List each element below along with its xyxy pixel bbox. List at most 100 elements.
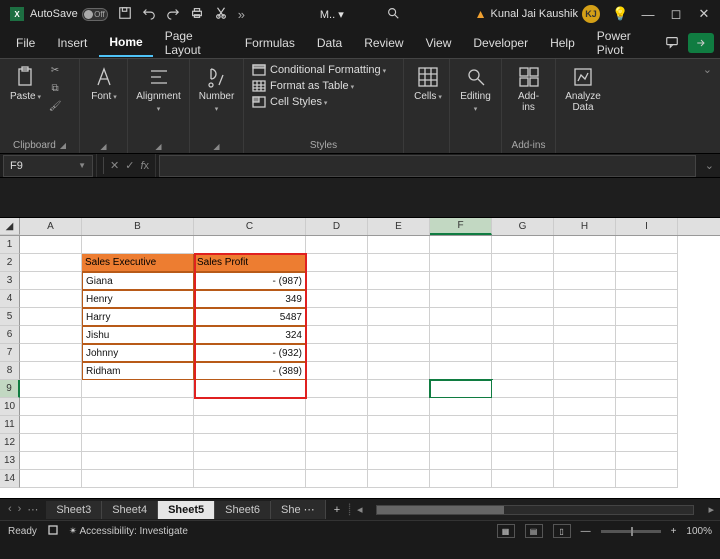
cell[interactable] <box>82 470 194 488</box>
cell[interactable] <box>368 470 430 488</box>
new-sheet-button[interactable]: + <box>326 504 348 516</box>
cell[interactable] <box>616 290 678 308</box>
cell[interactable] <box>194 236 306 254</box>
ribbon-collapse-icon[interactable]: ⌄ <box>695 59 720 153</box>
redo-icon[interactable] <box>166 6 180 23</box>
share-button[interactable] <box>688 33 714 53</box>
cell[interactable] <box>194 416 306 434</box>
cell[interactable] <box>82 452 194 470</box>
format-painter-icon[interactable]: 🖌 <box>49 99 61 113</box>
chevron-down-icon[interactable]: ▼ <box>78 161 86 170</box>
cell[interactable] <box>20 308 82 326</box>
cell[interactable] <box>492 416 554 434</box>
cell[interactable] <box>306 326 368 344</box>
cell[interactable] <box>368 362 430 380</box>
cell[interactable] <box>368 398 430 416</box>
qat-more-icon[interactable]: » <box>238 7 245 22</box>
cell[interactable] <box>82 380 194 398</box>
hscroll-left-icon[interactable]: ◂ <box>351 503 369 516</box>
cell[interactable] <box>368 380 430 398</box>
col-header-e[interactable]: E <box>368 218 430 235</box>
cell[interactable] <box>306 452 368 470</box>
row-header[interactable]: 6 <box>0 326 20 344</box>
cell[interactable] <box>492 290 554 308</box>
cell[interactable] <box>492 344 554 362</box>
cell[interactable] <box>430 272 492 290</box>
cell[interactable] <box>306 308 368 326</box>
alignment-button[interactable]: Alignment <box>134 63 183 117</box>
cell[interactable] <box>492 308 554 326</box>
save-icon[interactable] <box>118 6 132 23</box>
row-header[interactable]: 5 <box>0 308 20 326</box>
cell[interactable] <box>616 470 678 488</box>
cell[interactable] <box>368 326 430 344</box>
cell[interactable]: Jishu <box>82 326 194 344</box>
cell[interactable] <box>430 290 492 308</box>
cell[interactable] <box>306 254 368 272</box>
analyze-data-button[interactable]: Analyze Data <box>562 63 604 115</box>
cell[interactable]: 324 <box>194 326 306 344</box>
view-page-break-icon[interactable]: ▯ <box>553 524 571 538</box>
row-header[interactable]: 7 <box>0 344 20 362</box>
cell[interactable] <box>306 290 368 308</box>
row-header[interactable]: 14 <box>0 470 20 488</box>
sheet-tab-sheet5[interactable]: Sheet5 <box>158 501 215 519</box>
cell[interactable] <box>306 470 368 488</box>
cell[interactable] <box>194 380 306 398</box>
cell[interactable]: 5487 <box>194 308 306 326</box>
sheet-nav-more-icon[interactable]: ⋯ <box>27 503 38 516</box>
maximize-button[interactable]: ◻ <box>668 6 684 22</box>
tab-home[interactable]: Home <box>99 29 152 57</box>
cell[interactable] <box>554 272 616 290</box>
cell[interactable] <box>430 434 492 452</box>
col-header-d[interactable]: D <box>306 218 368 235</box>
cell[interactable] <box>616 452 678 470</box>
row-header[interactable]: 2 <box>0 254 20 272</box>
cell[interactable] <box>492 452 554 470</box>
number-launcher-icon[interactable]: ◢ <box>213 142 219 151</box>
cell[interactable] <box>430 452 492 470</box>
cell[interactable] <box>554 416 616 434</box>
row-header[interactable]: 9 <box>0 380 20 398</box>
cell[interactable] <box>492 362 554 380</box>
col-header-h[interactable]: H <box>554 218 616 235</box>
row-header[interactable]: 12 <box>0 434 20 452</box>
col-header-i[interactable]: I <box>616 218 678 235</box>
cell[interactable] <box>554 290 616 308</box>
tab-page-layout[interactable]: Page Layout <box>155 23 233 63</box>
tab-view[interactable]: View <box>416 30 462 56</box>
cell[interactable] <box>306 380 368 398</box>
row-header[interactable]: 13 <box>0 452 20 470</box>
cell[interactable] <box>616 308 678 326</box>
hscroll-right-icon[interactable]: ▸ <box>702 503 720 516</box>
undo-icon[interactable] <box>142 6 156 23</box>
cell[interactable] <box>82 416 194 434</box>
col-header-f[interactable]: F <box>430 218 492 235</box>
cell[interactable] <box>554 362 616 380</box>
cell[interactable] <box>492 272 554 290</box>
cell[interactable] <box>306 236 368 254</box>
cell[interactable] <box>554 434 616 452</box>
addins-button[interactable]: Add-ins <box>508 63 549 115</box>
cell[interactable] <box>368 290 430 308</box>
cell[interactable] <box>430 236 492 254</box>
cell[interactable] <box>306 344 368 362</box>
zoom-out-button[interactable]: — <box>581 526 591 537</box>
cell[interactable] <box>554 470 616 488</box>
cell[interactable] <box>554 452 616 470</box>
cell[interactable] <box>554 344 616 362</box>
cell[interactable] <box>616 236 678 254</box>
cell[interactable] <box>616 380 678 398</box>
sheet-nav-prev-icon[interactable]: ‹ <box>8 503 12 516</box>
sheet-tab-sheet4[interactable]: Sheet4 <box>102 501 158 519</box>
cut-icon[interactable] <box>214 6 228 23</box>
font-button[interactable]: Font <box>86 63 122 105</box>
cell[interactable] <box>430 326 492 344</box>
cell[interactable] <box>492 398 554 416</box>
cut-icon[interactable]: ✂ <box>49 63 61 77</box>
print-icon[interactable] <box>190 6 204 23</box>
cell[interactable] <box>492 380 554 398</box>
tab-power-pivot[interactable]: Power Pivot <box>587 23 662 63</box>
row-header[interactable]: 1 <box>0 236 20 254</box>
zoom-in-button[interactable]: + <box>671 526 677 537</box>
